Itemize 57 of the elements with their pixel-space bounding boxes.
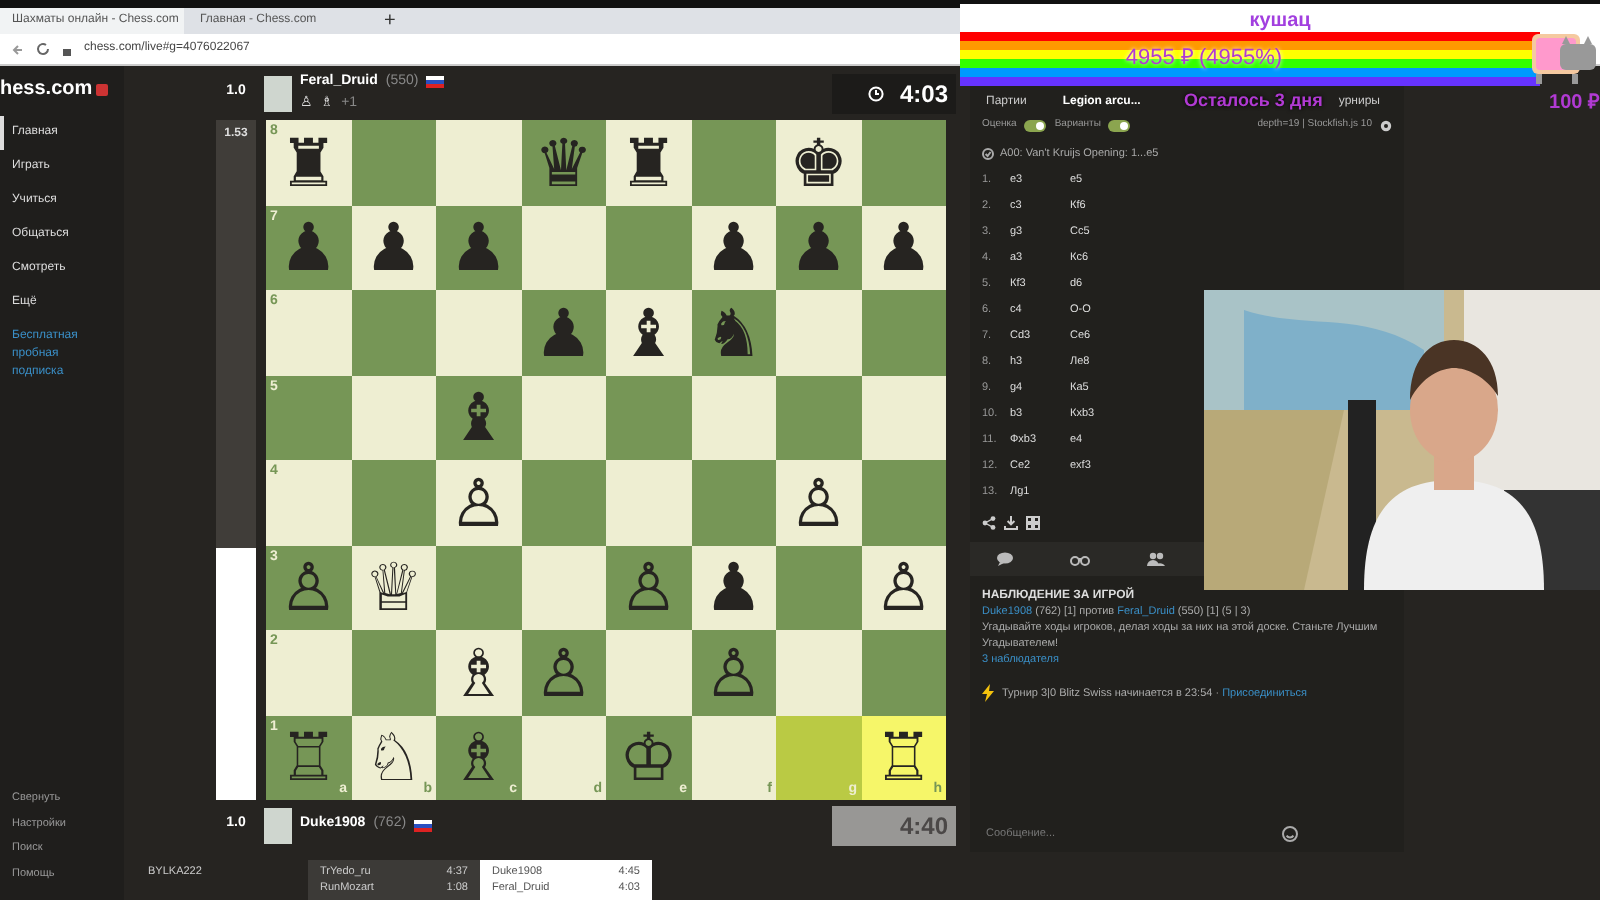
board-square[interactable]: ♙ bbox=[691, 630, 776, 715]
site-logo[interactable]: hess.com bbox=[0, 74, 93, 104]
chess-piece[interactable]: ♞ bbox=[703, 299, 764, 366]
board-square[interactable]: ♟ bbox=[776, 205, 861, 290]
time-remaining: Осталось 3 дня bbox=[1184, 88, 1323, 114]
board-square[interactable]: ♕ bbox=[351, 545, 436, 630]
donation-goal: 100 ₽ bbox=[1549, 90, 1600, 118]
chess-piece[interactable]: ♗ bbox=[448, 639, 509, 706]
chess-piece[interactable]: ♙ bbox=[703, 639, 764, 706]
chess-piece[interactable]: ♟ bbox=[363, 214, 424, 281]
chess-piece[interactable]: ♙ bbox=[788, 469, 849, 536]
board-square[interactable]: ♛ bbox=[521, 120, 606, 205]
chess-piece[interactable]: ♟ bbox=[873, 214, 934, 281]
board-square[interactable]: ♙ bbox=[861, 545, 946, 630]
board-square[interactable]: ♗ bbox=[436, 630, 521, 715]
chess-piece[interactable]: ♟ bbox=[703, 554, 764, 621]
board-square[interactable]: ♝ bbox=[606, 290, 691, 375]
chess-piece[interactable]: ♘ bbox=[363, 724, 424, 791]
player-clock: 4:03 bbox=[832, 73, 956, 113]
chess-piece[interactable]: ♖ bbox=[278, 724, 339, 791]
chess-piece[interactable]: ♚ bbox=[788, 129, 849, 196]
board-square[interactable]: ♙ bbox=[436, 460, 521, 545]
chess-piece[interactable]: ♟ bbox=[533, 299, 594, 366]
board-square[interactable]: ♙ bbox=[776, 460, 861, 545]
board-square[interactable]: ♜ bbox=[606, 120, 691, 205]
chess-piece[interactable]: ♟ bbox=[788, 214, 849, 281]
new-tab-button[interactable]: + bbox=[376, 6, 404, 36]
chess-piece[interactable]: ♙ bbox=[618, 554, 679, 621]
chess-piece[interactable]: ♙ bbox=[448, 469, 509, 536]
overlay-title: кушац bbox=[1249, 7, 1311, 35]
chess-piece[interactable]: ♙ bbox=[533, 639, 594, 706]
chess-piece[interactable]: ♙ bbox=[278, 554, 339, 621]
chess-piece[interactable]: ♛ bbox=[533, 129, 594, 196]
board-square[interactable]: ♚ bbox=[776, 120, 861, 205]
chess-piece[interactable]: ♟ bbox=[448, 214, 509, 281]
chess-piece[interactable]: ♝ bbox=[448, 384, 509, 451]
board-square[interactable]: ♞ bbox=[691, 290, 776, 375]
board-square[interactable]: ♟ bbox=[521, 290, 606, 375]
chess-piece[interactable]: ♟ bbox=[278, 214, 339, 281]
chess-piece[interactable]: ♔ bbox=[618, 724, 679, 791]
chess-piece[interactable]: ♖ bbox=[873, 724, 934, 791]
board-square[interactable]: ♝ bbox=[436, 375, 521, 460]
board-square[interactable]: ♟ bbox=[351, 205, 436, 290]
chess-piece[interactable]: ♗ bbox=[448, 724, 509, 791]
board-square[interactable]: ♟ bbox=[436, 205, 521, 290]
board-square[interactable]: ♟ bbox=[861, 205, 946, 290]
board-square[interactable]: ♟ bbox=[691, 205, 776, 290]
board-square[interactable]: ♙ bbox=[521, 630, 606, 715]
board-square[interactable]: ♙ bbox=[606, 545, 691, 630]
player-clock: 4:40 bbox=[832, 805, 956, 845]
chess-piece[interactable]: ♕ bbox=[363, 554, 424, 621]
board-square[interactable]: ♟ bbox=[691, 545, 776, 630]
chess-piece[interactable]: ♙ bbox=[873, 554, 934, 621]
chess-piece[interactable]: ♝ bbox=[618, 299, 679, 366]
chess-piece[interactable]: ♜ bbox=[618, 129, 679, 196]
chess-piece[interactable]: ♜ bbox=[278, 129, 339, 196]
chess-piece[interactable]: ♟ bbox=[703, 214, 764, 281]
